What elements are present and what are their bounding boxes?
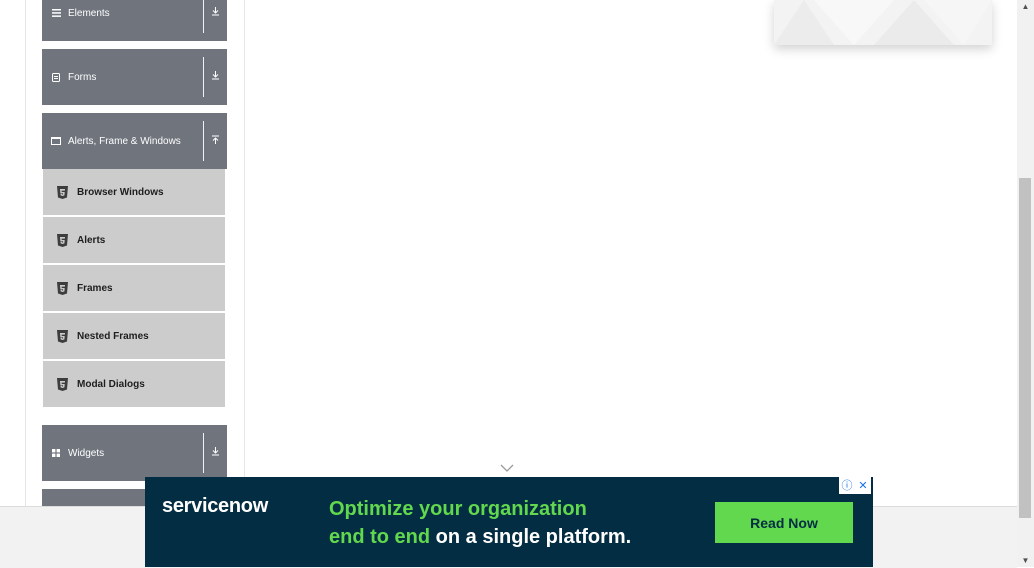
html5-icon xyxy=(57,281,68,295)
grid-icon xyxy=(50,449,62,457)
ad-headline-line2-green: end to end xyxy=(329,526,431,548)
ad-headline: Optimize your organization end to end on… xyxy=(329,495,631,551)
menu-item-nested-frames[interactable]: Nested Frames xyxy=(43,313,225,361)
ad-close-icon[interactable]: ✕ xyxy=(855,477,871,493)
left-sidebar: Elements Forms Alerts, Frame & Windows B… xyxy=(25,0,245,506)
scroll-down-arrow-icon[interactable]: ▼ xyxy=(1017,556,1034,565)
group-forms[interactable]: Forms xyxy=(42,49,227,105)
menu-label-frames: Frames xyxy=(77,282,113,294)
form-icon xyxy=(50,72,62,82)
html5-icon xyxy=(57,233,68,247)
menu-item-modal-dialogs[interactable]: Modal Dialogs xyxy=(43,361,225,409)
group-alerts-frame-windows[interactable]: Alerts, Frame & Windows xyxy=(42,113,227,169)
menu-label-modal-dialogs: Modal Dialogs xyxy=(77,378,145,390)
group-elements[interactable]: Elements xyxy=(42,0,227,41)
download-arrow-icon xyxy=(210,71,220,83)
ad-brand-text: servicenow xyxy=(162,495,268,517)
group-widgets[interactable]: Widgets xyxy=(42,425,227,481)
divider xyxy=(203,121,204,161)
html5-icon xyxy=(57,329,68,343)
menu-item-alerts[interactable]: Alerts xyxy=(43,217,225,265)
menu-label-nested-frames: Nested Frames xyxy=(77,330,149,342)
ad-headline-line2-white: on a single platform. xyxy=(430,526,632,548)
ad-headline-line1: Optimize your organization xyxy=(329,498,587,520)
alerts-frame-windows-menu: Browser Windows Alerts Frames Nested Fra… xyxy=(43,169,225,409)
divider xyxy=(203,57,204,97)
menu-label-alerts: Alerts xyxy=(77,234,106,246)
advertisement-banner[interactable]: servicenow Optimize your organization en… xyxy=(145,477,873,567)
download-arrow-icon xyxy=(210,7,220,19)
ad-controls: ⓘ ✕ xyxy=(839,477,871,494)
menu-item-browser-windows[interactable]: Browser Windows xyxy=(43,169,225,217)
html5-icon xyxy=(57,185,68,199)
hamburger-icon xyxy=(50,9,62,17)
banner-image xyxy=(774,0,992,45)
ad-brand-logo: servicenow xyxy=(162,495,268,518)
scrollbar-thumb[interactable] xyxy=(1019,178,1031,518)
menu-item-frames[interactable]: Frames xyxy=(43,265,225,313)
download-arrow-icon xyxy=(210,447,220,459)
banner-pattern xyxy=(774,0,992,45)
chevron-down-icon[interactable] xyxy=(499,462,515,474)
ad-info-icon[interactable]: ⓘ xyxy=(839,477,855,493)
scroll-up-arrow-icon[interactable]: ▲ xyxy=(1017,2,1034,11)
read-now-button[interactable]: Read Now xyxy=(715,502,853,543)
vertical-scrollbar[interactable]: ▲ ▼ xyxy=(1017,0,1034,567)
upload-arrow-icon xyxy=(210,135,220,147)
menu-label-browser-windows: Browser Windows xyxy=(77,186,164,198)
window-icon xyxy=(50,137,62,145)
divider xyxy=(203,433,204,473)
html5-icon xyxy=(57,377,68,391)
divider xyxy=(203,0,204,33)
